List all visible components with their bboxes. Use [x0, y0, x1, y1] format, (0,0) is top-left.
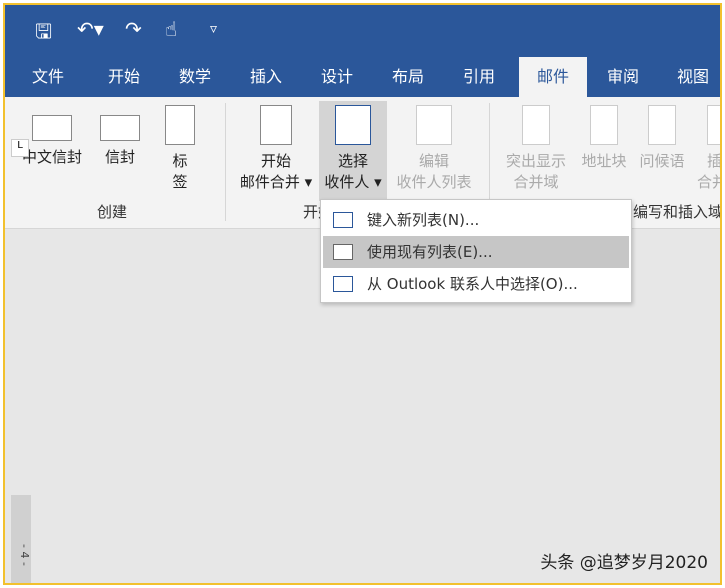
contact-card-icon — [333, 276, 353, 292]
menu-item-type-new-list[interactable]: 键入新列表(N)... — [323, 204, 629, 236]
tab-design[interactable]: 设计 — [304, 57, 370, 97]
edit-list-icon — [416, 105, 452, 145]
envelope-icon — [32, 115, 72, 141]
ribbon-tabs: 文件 开始 数学 插入 设计 布局 引用 邮件 审阅 视图 — [5, 57, 720, 97]
menu-item-use-existing-list[interactable]: 使用现有列表(E)... — [323, 236, 629, 268]
tab-mailings[interactable]: 邮件 — [519, 57, 587, 97]
envelope-icon — [100, 115, 140, 141]
document-icon — [707, 105, 720, 145]
watermark: 头条 @追梦岁月2020 — [540, 553, 708, 573]
redo-icon[interactable]: ↷ — [125, 17, 142, 41]
tab-layout[interactable]: 布局 — [375, 57, 441, 97]
document-icon — [648, 105, 676, 145]
edit-recipient-list-button[interactable]: 编辑 收件人列表 — [389, 101, 479, 193]
greeting-line-button[interactable]: 问候语 — [635, 101, 689, 172]
tab-file[interactable]: 文件 — [15, 57, 81, 97]
vertical-ruler: - 4 - — [11, 495, 31, 583]
tab-references[interactable]: 引用 — [446, 57, 512, 97]
quick-access-toolbar: 🖫 ↶▾ ↷ ☝ ▿ — [5, 5, 720, 57]
address-block-button[interactable]: 地址块 — [577, 101, 631, 172]
envelopes-button[interactable]: 信封 — [95, 101, 145, 168]
recipients-icon — [335, 105, 371, 145]
start-mail-merge-button[interactable]: 开始 邮件合并 ▾ — [233, 101, 319, 193]
menu-item-outlook-contacts[interactable]: 从 Outlook 联系人中选择(O)... — [323, 268, 629, 300]
chinese-envelope-button[interactable]: 中文信封 — [17, 101, 87, 168]
tab-view[interactable]: 视图 — [660, 57, 720, 97]
tab-math[interactable]: 数学 — [162, 57, 228, 97]
document-icon — [260, 105, 292, 145]
group-label-write-insert-fields: 编写和插入域 — [633, 203, 722, 221]
document-icon — [522, 105, 550, 145]
undo-icon[interactable]: ↶▾ — [77, 17, 104, 41]
word-window: 🖫 ↶▾ ↷ ☝ ▿ 文件 开始 数学 插入 设计 布局 引用 邮件 审阅 视图… — [3, 3, 722, 585]
group-label-create: 创建 — [97, 203, 128, 221]
highlight-merge-fields-button[interactable]: 突出显示 合并域 — [499, 101, 573, 193]
tab-selector[interactable]: L — [11, 139, 29, 157]
labels-icon — [165, 105, 195, 145]
labels-button[interactable]: 标 签 — [157, 101, 203, 193]
table-icon — [333, 244, 353, 260]
tab-review[interactable]: 审阅 — [590, 57, 656, 97]
touch-mode-icon[interactable]: ☝ — [165, 17, 177, 41]
document-icon — [590, 105, 618, 145]
tab-home[interactable]: 开始 — [91, 57, 157, 97]
select-recipients-button[interactable]: 选择 收件人 ▾ — [319, 101, 387, 201]
new-list-icon — [333, 212, 353, 228]
tab-insert[interactable]: 插入 — [233, 57, 299, 97]
divider — [225, 103, 226, 221]
insert-merge-field-button[interactable]: 插合并 — [697, 101, 720, 193]
select-recipients-menu: 键入新列表(N)... 使用现有列表(E)... 从 Outlook 联系人中选… — [320, 199, 632, 303]
save-icon[interactable]: 🖫 — [35, 17, 52, 51]
customize-qat-icon[interactable]: ▿ — [210, 21, 217, 37]
